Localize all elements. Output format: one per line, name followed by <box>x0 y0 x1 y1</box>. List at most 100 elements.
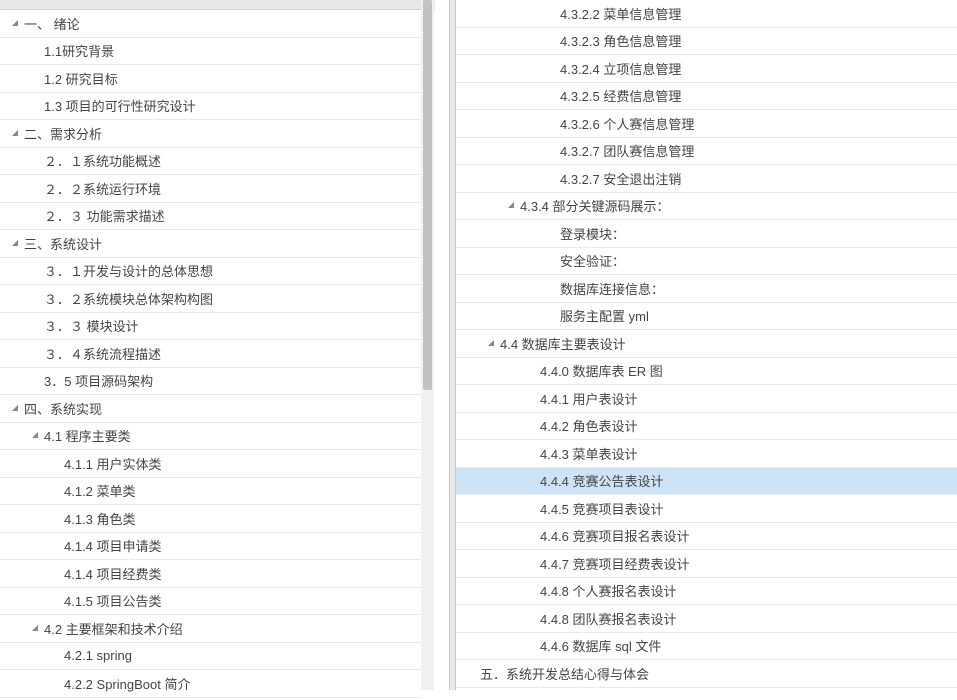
outline-item[interactable]: 五．系统开发总结心得与体会 <box>456 660 957 688</box>
outline-item-label: 4.2 主要框架和技术介绍 <box>44 619 183 638</box>
outline-item[interactable]: ２．３ 功能需求描述 <box>0 203 421 231</box>
outline-item[interactable]: 4.3.2.4 立项信息管理 <box>456 55 957 83</box>
outline-item[interactable]: ３．２系统模块总体架构构图 <box>0 285 421 313</box>
outline-item[interactable]: 4.3.2.5 经费信息管理 <box>456 83 957 111</box>
outline-item[interactable]: ３．１开发与设计的总体思想 <box>0 258 421 286</box>
outline-item[interactable]: 4.4.7 竞赛项目经费表设计 <box>456 550 957 578</box>
outline-item-label: 4.4.1 用户表设计 <box>540 389 638 408</box>
outline-item-label: 4.4.7 竞赛项目经费表设计 <box>540 554 690 573</box>
outline-item-label: 4.3.2.3 角色信息管理 <box>560 31 681 50</box>
outline-item[interactable]: 4.4.8 个人赛报名表设计 <box>456 578 957 606</box>
right-panel: 4.3.2.2 菜单信息管理 4.3.2.3 角色信息管理 4.3.2.4 立项信息… <box>456 0 957 690</box>
outline-item[interactable]: 四、系统实现 <box>0 395 421 423</box>
outline-item-label: ２．２系统运行环境 <box>44 179 161 198</box>
outline-item[interactable]: 4.1.2 菜单类 <box>0 478 421 506</box>
outline-item[interactable]: 4.4.8 团队赛报名表设计 <box>456 605 957 633</box>
outline-item[interactable]: ２．２系统运行环境 <box>0 175 421 203</box>
outline-item[interactable]: 4.3.2.7 安全退出注销 <box>456 165 957 193</box>
outline-item[interactable]: 4.4.2 角色表设计 <box>456 413 957 441</box>
outline-item-label: ３．２系统模块总体架构构图 <box>44 289 213 308</box>
outline-item-label: 1.3 项目的可行性研究设计 <box>44 96 196 115</box>
outline-item-label: 4.1.4 项目申请类 <box>64 536 162 555</box>
outline-item[interactable]: ３．４系统流程描述 <box>0 340 421 368</box>
outline-item[interactable]: 1.3 项目的可行性研究设计 <box>0 93 421 121</box>
outline-item-label: 3．5 项目源码架构 <box>44 371 153 390</box>
outline-item[interactable]: 一、 绪论 <box>0 10 421 38</box>
outline-item-label: 4.3.2.7 安全退出注销 <box>560 169 681 188</box>
outline-item[interactable]: 4.4.5 竞赛项目表设计 <box>456 495 957 523</box>
outline-item-label: 4.4.6 竞赛项目报名表设计 <box>540 526 690 545</box>
outline-item[interactable]: 1.2 研究目标 <box>0 65 421 93</box>
outline-item[interactable]: ２．１系统功能概述 <box>0 148 421 176</box>
outline-item[interactable]: 4.4 数据库主要表设计 <box>456 330 957 358</box>
expand-arrow-icon[interactable] <box>8 16 22 30</box>
panel-divider[interactable] <box>449 0 456 690</box>
outline-item[interactable]: 4.3.2.7 团队赛信息管理 <box>456 138 957 166</box>
outline-item[interactable]: 4.2.2 SpringBoot 简介 <box>0 670 421 698</box>
outline-item-label: 三、系统设计 <box>24 234 102 253</box>
outline-item[interactable]: 4.3.4 部分关键源码展示： <box>456 193 957 221</box>
outline-item-label: ２．１系统功能概述 <box>44 151 161 170</box>
outline-item[interactable]: 4.3.2.3 角色信息管理 <box>456 28 957 56</box>
outline-item[interactable]: 3．5 项目源码架构 <box>0 368 421 396</box>
outline-item-label: 4.3.2.6 个人赛信息管理 <box>560 114 694 133</box>
outline-item-label: 4.4.6 数据库 sql 文件 <box>540 636 661 655</box>
outline-item[interactable]: 1.1研究背景 <box>0 38 421 66</box>
outline-item[interactable]: 4.1.4 项目申请类 <box>0 533 421 561</box>
outline-item[interactable]: 4.4.6 数据库 sql 文件 <box>456 633 957 661</box>
left-scrollbar-thumb[interactable] <box>423 0 432 390</box>
outline-item-label: ２．３ 功能需求描述 <box>44 206 165 225</box>
outline-item[interactable]: 登录模块： <box>456 220 957 248</box>
outline-item-label: 4.4 数据库主要表设计 <box>500 334 626 353</box>
outline-item[interactable]: 4.3.2.6 个人赛信息管理 <box>456 110 957 138</box>
outline-container: 一、 绪论 1.1研究背景 1.2 研究目标 1.3 项目的可行性研究设计二、需求分析… <box>0 0 957 690</box>
outline-item[interactable]: 服务主配置 yml <box>456 303 957 331</box>
outline-item[interactable]: 二、需求分析 <box>0 120 421 148</box>
outline-item-label: 4.4.8 个人赛报名表设计 <box>540 581 677 600</box>
outline-item[interactable]: 4.1 程序主要类 <box>0 423 421 451</box>
outline-item[interactable]: 4.1.4 项目经费类 <box>0 560 421 588</box>
outline-item[interactable]: 4.2.1 spring <box>0 643 421 671</box>
outline-item-label: 4.2.1 spring <box>64 648 132 663</box>
outline-item[interactable]: 4.1.1 用户实体类 <box>0 450 421 478</box>
outline-item[interactable]: 4.4.1 用户表设计 <box>456 385 957 413</box>
outline-item[interactable]: 4.4.6 竞赛项目报名表设计 <box>456 523 957 551</box>
left-panel: 一、 绪论 1.1研究背景 1.2 研究目标 1.3 项目的可行性研究设计二、需求分析… <box>0 0 435 690</box>
outline-item-label: 4.4.3 菜单表设计 <box>540 444 638 463</box>
outline-item[interactable]: 数据库连接信息： <box>456 275 957 303</box>
expand-arrow-icon[interactable] <box>28 429 42 443</box>
outline-item-label: 一、 绪论 <box>24 14 80 33</box>
expand-arrow-icon[interactable] <box>8 236 22 250</box>
outline-item[interactable]: 4.1.3 角色类 <box>0 505 421 533</box>
outline-item-label: 4.4.5 竞赛项目表设计 <box>540 499 664 518</box>
outline-item[interactable]: 4.1.5 项目公告类 <box>0 588 421 616</box>
outline-item-label: 4.4.0 数据库表 ER 图 <box>540 361 663 380</box>
outline-item-label: 4.1.5 项目公告类 <box>64 591 162 610</box>
right-outline-tree: 4.3.2.2 菜单信息管理 4.3.2.3 角色信息管理 4.3.2.4 立项信息… <box>456 0 957 688</box>
outline-item-label: ３．４系统流程描述 <box>44 344 161 363</box>
outline-item-label: 4.4.4 竞赛公告表设计 <box>540 471 664 490</box>
outline-item[interactable]: 三、系统设计 <box>0 230 421 258</box>
outline-item-label: 4.1.4 项目经费类 <box>64 564 162 583</box>
outline-item[interactable]: 4.4.0 数据库表 ER 图 <box>456 358 957 386</box>
expand-arrow-icon[interactable] <box>504 199 518 213</box>
expand-arrow-icon[interactable] <box>28 621 42 635</box>
outline-item[interactable]: 4.4.4 竞赛公告表设计 <box>456 468 957 496</box>
outline-item[interactable]: 安全验证： <box>456 248 957 276</box>
outline-item-label: 4.1.1 用户实体类 <box>64 454 162 473</box>
expand-arrow-icon[interactable] <box>8 401 22 415</box>
outline-item-label: 服务主配置 yml <box>560 306 649 325</box>
outline-item[interactable]: 4.3.2.2 菜单信息管理 <box>456 0 957 28</box>
outline-item-label: 4.3.2.4 立项信息管理 <box>560 59 681 78</box>
outline-item-label: 1.1研究背景 <box>44 41 114 60</box>
outline-item-label: 4.4.2 角色表设计 <box>540 416 638 435</box>
left-outline-tree: 一、 绪论 1.1研究背景 1.2 研究目标 1.3 项目的可行性研究设计二、需求分析… <box>0 10 421 700</box>
expand-arrow-icon[interactable] <box>8 126 22 140</box>
outline-item[interactable]: ３．３ 模块设计 <box>0 313 421 341</box>
outline-item[interactable]: 4.2 主要框架和技术介绍 <box>0 615 421 643</box>
outline-item[interactable]: 4.4.3 菜单表设计 <box>456 440 957 468</box>
outline-item-label: 五．系统开发总结心得与体会 <box>480 664 649 683</box>
outline-item-label: 登录模块： <box>560 224 625 243</box>
left-scrollbar-track[interactable] <box>421 0 434 690</box>
expand-arrow-icon[interactable] <box>484 336 498 350</box>
